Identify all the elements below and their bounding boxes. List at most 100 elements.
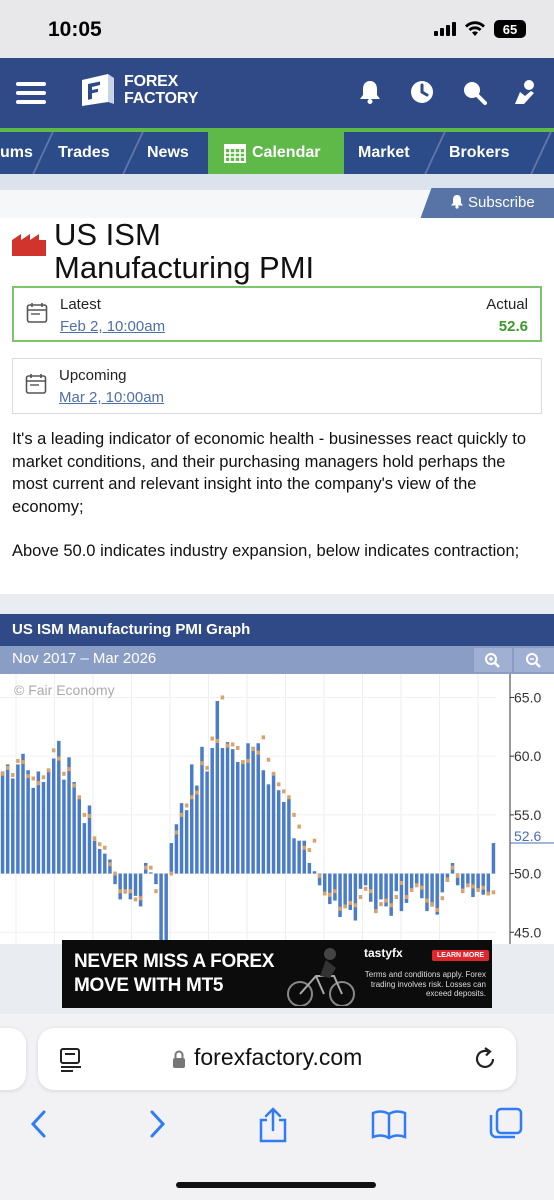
chart-bar bbox=[164, 873, 168, 944]
chart-bar bbox=[282, 801, 286, 874]
forecast-marker bbox=[31, 776, 35, 781]
chart-bar bbox=[41, 782, 46, 874]
forecast-marker bbox=[491, 890, 496, 895]
main-nav: ums Trades News Calendar Market Brokers bbox=[0, 128, 554, 174]
tabs-icon[interactable] bbox=[488, 1106, 524, 1142]
forecast-marker bbox=[374, 909, 378, 914]
calendar-icon bbox=[26, 303, 48, 323]
lock-icon bbox=[173, 1050, 185, 1068]
nav-item-calendar-label: Calendar bbox=[252, 144, 321, 161]
nav-item-brokers[interactable]: Brokers bbox=[435, 132, 509, 174]
forecast-marker bbox=[16, 758, 20, 763]
nav-item-market[interactable]: Market bbox=[344, 132, 410, 174]
forecast-marker bbox=[21, 760, 25, 765]
site-logo[interactable]: FOREX FACTORY bbox=[78, 72, 198, 108]
forecast-marker bbox=[312, 838, 317, 843]
address-bar[interactable]: forexfactory.com bbox=[38, 1028, 516, 1090]
description-paragraph-2: Above 50.0 indicates industry expansion,… bbox=[12, 542, 520, 560]
previous-tab-peek[interactable] bbox=[0, 1028, 26, 1090]
forecast-marker bbox=[82, 812, 87, 817]
forecast-marker bbox=[343, 904, 347, 909]
forecast-marker bbox=[169, 871, 174, 876]
forecast-marker bbox=[225, 743, 230, 748]
home-indicator bbox=[176, 1182, 376, 1188]
ad-learn-more-button[interactable]: LEARN MORE bbox=[432, 950, 490, 961]
y-tick-label: 65.0 bbox=[514, 689, 541, 705]
forecast-marker bbox=[430, 902, 434, 907]
forecast-marker bbox=[322, 891, 327, 896]
forecast-marker bbox=[363, 886, 368, 891]
forward-icon[interactable] bbox=[144, 1106, 170, 1142]
forecast-marker bbox=[389, 903, 393, 908]
pmi-chart[interactable]: 65.0 60.0 55.0 50.0 45.0 52.6 © Fair Economy bbox=[0, 674, 554, 944]
chart-bar bbox=[343, 873, 347, 908]
nav-item-calendar[interactable]: Calendar bbox=[208, 132, 344, 174]
menu-icon[interactable] bbox=[16, 82, 46, 104]
forecast-marker bbox=[77, 795, 81, 800]
chart-bar bbox=[11, 778, 15, 874]
upcoming-date-link[interactable]: Mar 2, 10:00am bbox=[59, 389, 164, 406]
forecast-marker bbox=[5, 765, 10, 770]
chart-bar bbox=[159, 873, 163, 944]
chart-bar bbox=[108, 859, 112, 874]
forecast-marker bbox=[435, 907, 439, 912]
zoom-out-button[interactable] bbox=[514, 648, 554, 672]
latest-value-label: 52.6 bbox=[514, 828, 541, 844]
latest-release-box: Latest Feb 2, 10:00am Actual 52.6 bbox=[12, 286, 542, 342]
forecast-marker bbox=[425, 898, 429, 903]
forecast-marker bbox=[97, 842, 102, 847]
forecast-marker bbox=[358, 895, 363, 900]
status-time: 10:05 bbox=[48, 18, 102, 41]
reader-format-icon[interactable] bbox=[58, 1046, 84, 1072]
latest-date-link[interactable]: Feb 2, 10:00am bbox=[60, 318, 165, 335]
event-title: US ISM Manufacturing PMI bbox=[54, 218, 314, 284]
chart-bar bbox=[118, 873, 122, 900]
user-icon[interactable] bbox=[512, 78, 540, 106]
reload-icon[interactable] bbox=[472, 1046, 498, 1072]
event-card: US ISM Manufacturing PMI Latest Feb 2, 1… bbox=[0, 218, 554, 594]
forecast-marker bbox=[41, 775, 46, 780]
forecast-marker bbox=[287, 795, 291, 800]
wifi-icon bbox=[465, 21, 485, 36]
search-icon[interactable] bbox=[460, 78, 488, 106]
ad-headline-1: NEVER MISS A FOREX bbox=[74, 951, 275, 972]
forecast-marker bbox=[266, 757, 271, 762]
bookmarks-icon[interactable] bbox=[370, 1106, 408, 1142]
forecast-marker bbox=[210, 736, 214, 741]
actual-value: 52.6 bbox=[498, 318, 528, 335]
chart-bar bbox=[368, 873, 373, 902]
forecast-marker bbox=[143, 865, 148, 870]
chart-bar bbox=[77, 796, 81, 874]
back-icon[interactable] bbox=[26, 1106, 52, 1142]
chart-bar bbox=[287, 798, 291, 874]
chart-bar bbox=[276, 790, 281, 874]
chart-bar bbox=[358, 873, 363, 889]
forecast-marker bbox=[128, 889, 133, 894]
event-title-line-1: US ISM bbox=[54, 217, 161, 252]
nav-item-trades[interactable]: Trades bbox=[44, 132, 110, 174]
forecast-marker bbox=[174, 830, 179, 835]
bell-icon[interactable] bbox=[356, 78, 384, 106]
zoom-in-button[interactable] bbox=[474, 648, 512, 672]
chart-bar bbox=[220, 747, 225, 874]
forecast-marker bbox=[415, 883, 419, 888]
forecast-marker bbox=[215, 738, 220, 743]
share-icon[interactable] bbox=[256, 1106, 290, 1144]
advertisement-banner[interactable]: NEVER MISS A FOREX MOVE WITH MT5 tastyfx… bbox=[62, 940, 492, 1008]
chart-bar bbox=[103, 853, 107, 874]
subscribe-button[interactable]: Subscribe bbox=[436, 188, 554, 218]
nav-item-forums[interactable]: ums bbox=[0, 132, 33, 174]
forecast-marker bbox=[420, 885, 424, 890]
forecast-marker bbox=[57, 756, 61, 761]
chart-bar bbox=[128, 873, 133, 900]
nav-item-news[interactable]: News bbox=[133, 132, 189, 174]
clock-icon[interactable] bbox=[408, 78, 436, 106]
forecast-marker bbox=[190, 795, 194, 800]
forecast-marker bbox=[179, 812, 184, 817]
chart-bar bbox=[230, 749, 235, 874]
forecast-marker bbox=[72, 783, 76, 788]
forecast-marker bbox=[353, 903, 358, 908]
status-bar: 10:05 65 bbox=[0, 0, 554, 58]
upcoming-label: Upcoming bbox=[59, 367, 127, 384]
forecast-marker bbox=[0, 771, 5, 776]
